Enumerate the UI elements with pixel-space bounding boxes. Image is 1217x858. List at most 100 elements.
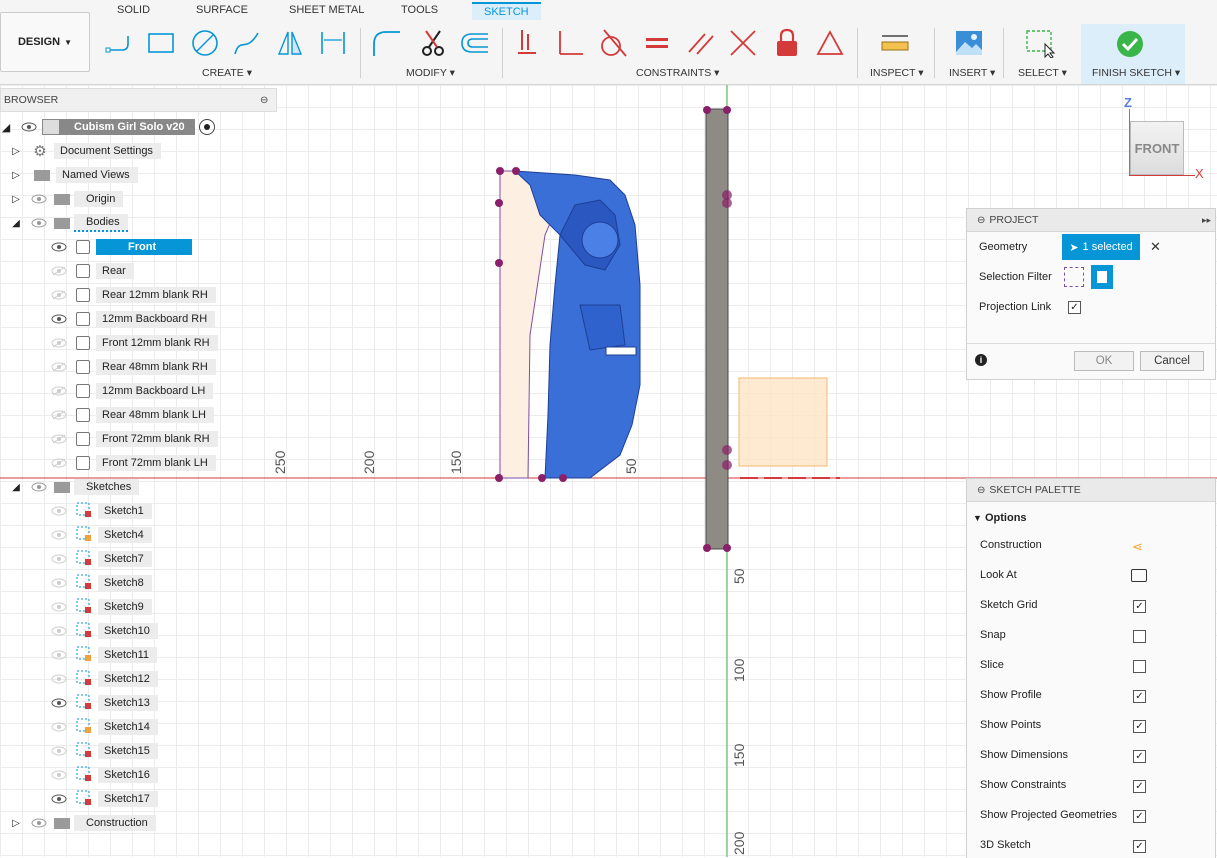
body-item[interactable]: Rear 12mm blank RH	[50, 285, 216, 305]
inspect-menu[interactable]: INSPECT ▾	[870, 67, 924, 79]
tree-origin[interactable]: ▷ Origin	[10, 189, 124, 209]
cancel-button[interactable]: Cancel	[1140, 351, 1204, 371]
expand-arrow-icon[interactable]: ▷	[10, 817, 22, 829]
viewcube-front-face[interactable]: FRONT	[1130, 121, 1184, 175]
palette-checkbox[interactable]: ✓	[1133, 780, 1146, 793]
eye-icon[interactable]	[30, 480, 48, 494]
palette-option-row[interactable]: Look At	[980, 569, 1205, 585]
body-item[interactable]: Front 72mm blank RH	[50, 429, 218, 449]
projection-link-checkbox[interactable]: ✓	[1068, 301, 1081, 314]
filter-bodies-icon[interactable]	[1091, 265, 1113, 289]
body-item[interactable]: Rear 48mm blank RH	[50, 357, 216, 377]
palette-option-row[interactable]: Show Points ✓	[980, 719, 1205, 735]
palette-checkbox[interactable]: ✓	[1133, 690, 1146, 703]
measure-ruler-icon[interactable]	[880, 28, 910, 58]
palette-checkbox[interactable]: ✓	[1133, 750, 1146, 763]
collapse-icon[interactable]: ⊖	[977, 215, 985, 226]
sketch-item[interactable]: Sketch8	[50, 573, 152, 593]
eye-icon[interactable]	[50, 432, 68, 446]
design-workspace-button[interactable]: DESIGN ▼	[0, 12, 90, 72]
expand-panel-icon[interactable]: ▸▸	[1202, 215, 1211, 226]
mirror-tool-icon[interactable]	[275, 28, 305, 58]
parallel-constraint-icon[interactable]	[686, 28, 716, 58]
options-section[interactable]: ▼ Options	[973, 512, 1027, 524]
eye-icon[interactable]	[30, 192, 48, 206]
tree-document-settings[interactable]: ▷ ⚙ Document Settings	[10, 141, 161, 161]
spline-tool-icon[interactable]	[232, 28, 262, 58]
palette-checkbox[interactable]: ✓	[1133, 840, 1146, 853]
eye-icon[interactable]	[50, 240, 68, 254]
tree-named-views[interactable]: ▷ Named Views	[10, 165, 138, 185]
tab-tools[interactable]: TOOLS	[401, 4, 438, 16]
body-item[interactable]: 12mm Backboard LH	[50, 381, 214, 401]
palette-option-row[interactable]: Show Constraints ✓	[980, 779, 1205, 795]
sketch-item[interactable]: Sketch15	[50, 741, 158, 761]
perpendicular-constraint-icon[interactable]	[555, 28, 585, 58]
eye-icon[interactable]	[50, 576, 68, 590]
eye-icon[interactable]	[30, 816, 48, 830]
tree-sketches[interactable]: ◢ Sketches	[10, 477, 140, 497]
collapse-arrow-icon[interactable]: ◢	[10, 217, 22, 229]
rectangle-tool-icon[interactable]	[146, 28, 176, 58]
palette-option-row[interactable]: Construction ⋖	[980, 539, 1205, 555]
eye-icon[interactable]	[50, 312, 68, 326]
ok-button[interactable]: OK	[1074, 351, 1134, 371]
sketch-item[interactable]: Sketch7	[50, 549, 152, 569]
body-item[interactable]: Front 12mm blank RH	[50, 333, 218, 353]
info-icon[interactable]: i	[975, 354, 987, 366]
tab-sketch[interactable]: SKETCH	[472, 2, 541, 20]
sketch-item[interactable]: Sketch11	[50, 645, 158, 665]
body-item[interactable]: Rear 48mm blank LH	[50, 405, 214, 425]
eye-icon[interactable]	[50, 696, 68, 710]
eye-icon[interactable]	[50, 408, 68, 422]
fix-lock-icon[interactable]	[772, 28, 802, 58]
clear-selection-icon[interactable]: ✕	[1150, 239, 1161, 255]
insert-image-icon[interactable]	[954, 28, 984, 58]
sketch-item[interactable]: Sketch4	[50, 525, 152, 545]
tree-root[interactable]: ◢ Cubism Girl Solo v20	[0, 117, 215, 137]
palette-option-row[interactable]: Snap	[980, 629, 1205, 645]
sketch-item[interactable]: Sketch13	[50, 693, 158, 713]
sketch-item[interactable]: Sketch9	[50, 597, 152, 617]
finish-sketch-menu[interactable]: FINISH SKETCH ▾	[1092, 67, 1180, 79]
offset-tool-icon[interactable]	[460, 28, 490, 58]
palette-checkbox[interactable]: ✓	[1133, 720, 1146, 733]
eye-icon[interactable]	[50, 744, 68, 758]
tangent-constraint-icon[interactable]	[598, 28, 628, 58]
select-menu[interactable]: SELECT ▾	[1018, 67, 1067, 79]
eye-icon[interactable]	[50, 648, 68, 662]
tree-construction[interactable]: ▷ Construction	[10, 813, 156, 833]
look-at-icon[interactable]	[1131, 569, 1147, 582]
eye-icon[interactable]	[50, 672, 68, 686]
circle-tool-icon[interactable]	[190, 28, 220, 58]
palette-option-row[interactable]: Show Projected Geometries ✓	[980, 809, 1205, 825]
eye-icon[interactable]	[50, 720, 68, 734]
collapse-icon[interactable]: ⊖	[977, 485, 985, 496]
eye-icon[interactable]	[30, 216, 48, 230]
eye-icon[interactable]	[50, 504, 68, 518]
equal-constraint-icon[interactable]	[642, 28, 672, 58]
expand-arrow-icon[interactable]: ◢	[0, 121, 12, 134]
palette-option-row[interactable]: Show Dimensions ✓	[980, 749, 1205, 765]
tree-bodies[interactable]: ◢ Bodies	[10, 213, 128, 233]
symmetry-constraint-icon[interactable]	[728, 28, 758, 58]
construction-icon[interactable]: ⋖	[1132, 539, 1143, 555]
body-item[interactable]: Front	[50, 237, 193, 257]
eye-icon[interactable]	[50, 528, 68, 542]
palette-checkbox[interactable]: ✓	[1133, 810, 1146, 823]
body-item[interactable]: Front 72mm blank LH	[50, 453, 216, 473]
palette-checkbox[interactable]: ✓	[1133, 600, 1146, 613]
tab-surface[interactable]: SURFACE	[196, 4, 248, 16]
eye-icon[interactable]	[50, 264, 68, 278]
palette-option-row[interactable]: Sketch Grid ✓	[980, 599, 1205, 615]
create-menu[interactable]: CREATE ▾	[202, 67, 252, 79]
coincident-constraint-icon[interactable]	[512, 28, 542, 58]
eye-icon[interactable]	[50, 768, 68, 782]
eye-icon[interactable]	[50, 456, 68, 470]
palette-option-row[interactable]: Slice	[980, 659, 1205, 675]
filter-edges-icon[interactable]	[1064, 267, 1084, 287]
collapse-icon[interactable]: ⊖	[260, 95, 268, 106]
tab-solid[interactable]: SOLID	[117, 4, 150, 16]
eye-icon[interactable]	[50, 336, 68, 350]
eye-icon[interactable]	[50, 384, 68, 398]
